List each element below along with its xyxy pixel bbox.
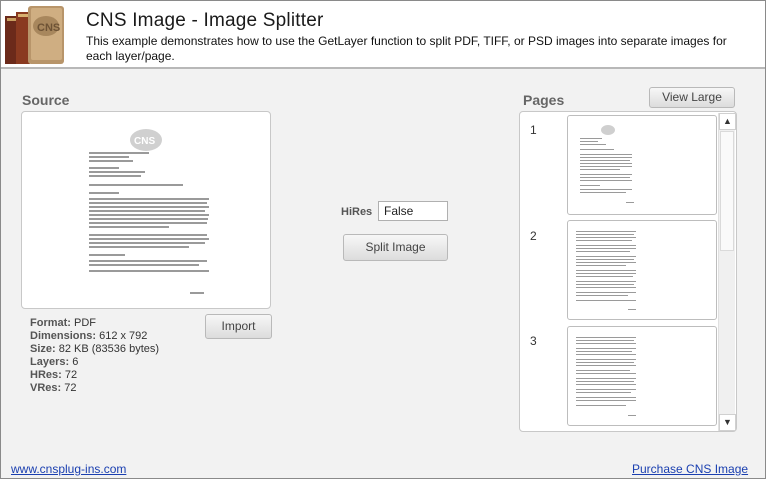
size-label: Size: xyxy=(30,343,56,355)
pages-scrollbar[interactable]: ▲ ▼ xyxy=(718,113,736,431)
layers-value: 6 xyxy=(72,356,79,368)
hires-input[interactable] xyxy=(378,201,448,221)
page-number-3: 3 xyxy=(530,334,537,348)
app-title: CNS Image - Image Splitter xyxy=(86,10,324,31)
import-button[interactable]: Import xyxy=(205,314,272,339)
image-info: Format: PDF Dimensions: 612 x 792 Size: … xyxy=(30,317,159,395)
vres-value: 72 xyxy=(64,382,77,394)
app-window: CNS CNS Image - Image Splitter This exam… xyxy=(0,0,766,479)
split-image-button[interactable]: Split Image xyxy=(343,234,448,261)
page-thumbnail-1[interactable] xyxy=(567,115,717,215)
website-link[interactable]: www.cnsplug-ins.com xyxy=(11,462,126,476)
page-3-image xyxy=(576,337,636,416)
header: CNS CNS Image - Image Splitter This exam… xyxy=(1,1,765,69)
format-label: Format: xyxy=(30,317,71,329)
arrow-up-icon[interactable]: ▲ xyxy=(719,113,736,130)
page-number-2: 2 xyxy=(530,229,537,243)
page-thumbnail-2[interactable] xyxy=(567,220,717,320)
source-document-image: CNS xyxy=(89,129,209,294)
svg-text:CNS: CNS xyxy=(37,22,60,34)
dimensions-label: Dimensions: xyxy=(30,330,97,342)
size-value: 82 KB (83536 bytes) xyxy=(58,343,160,355)
hres-value: 72 xyxy=(64,369,78,381)
hres-label: HRes: xyxy=(30,369,62,381)
format-value: PDF xyxy=(74,317,97,329)
source-preview[interactable]: CNS xyxy=(21,111,271,309)
view-large-button[interactable]: View Large xyxy=(649,87,735,108)
page-2-image xyxy=(576,231,636,310)
books-logo-icon: CNS xyxy=(5,6,64,64)
svg-text:CNS: CNS xyxy=(134,136,155,147)
vres-label: VRes: xyxy=(30,382,62,394)
pages-title: Pages xyxy=(523,92,565,108)
purchase-link[interactable]: Purchase CNS Image xyxy=(632,462,748,476)
page-thumbnail-3[interactable] xyxy=(567,326,717,426)
arrow-down-icon[interactable]: ▼ xyxy=(719,414,736,431)
pages-list[interactable]: 1 2 3 ▲ ▼ xyxy=(519,111,737,432)
app-subtitle: This example demonstrates how to use the… xyxy=(86,34,727,63)
hires-label: HiRes xyxy=(341,206,373,218)
scrollbar-thumb[interactable] xyxy=(720,131,734,251)
page-number-1: 1 xyxy=(530,123,537,137)
layers-label: Layers: xyxy=(30,356,70,368)
source-title: Source xyxy=(22,92,70,108)
dimensions-value: 612 x 792 xyxy=(99,330,148,342)
page-1-image xyxy=(580,125,634,203)
